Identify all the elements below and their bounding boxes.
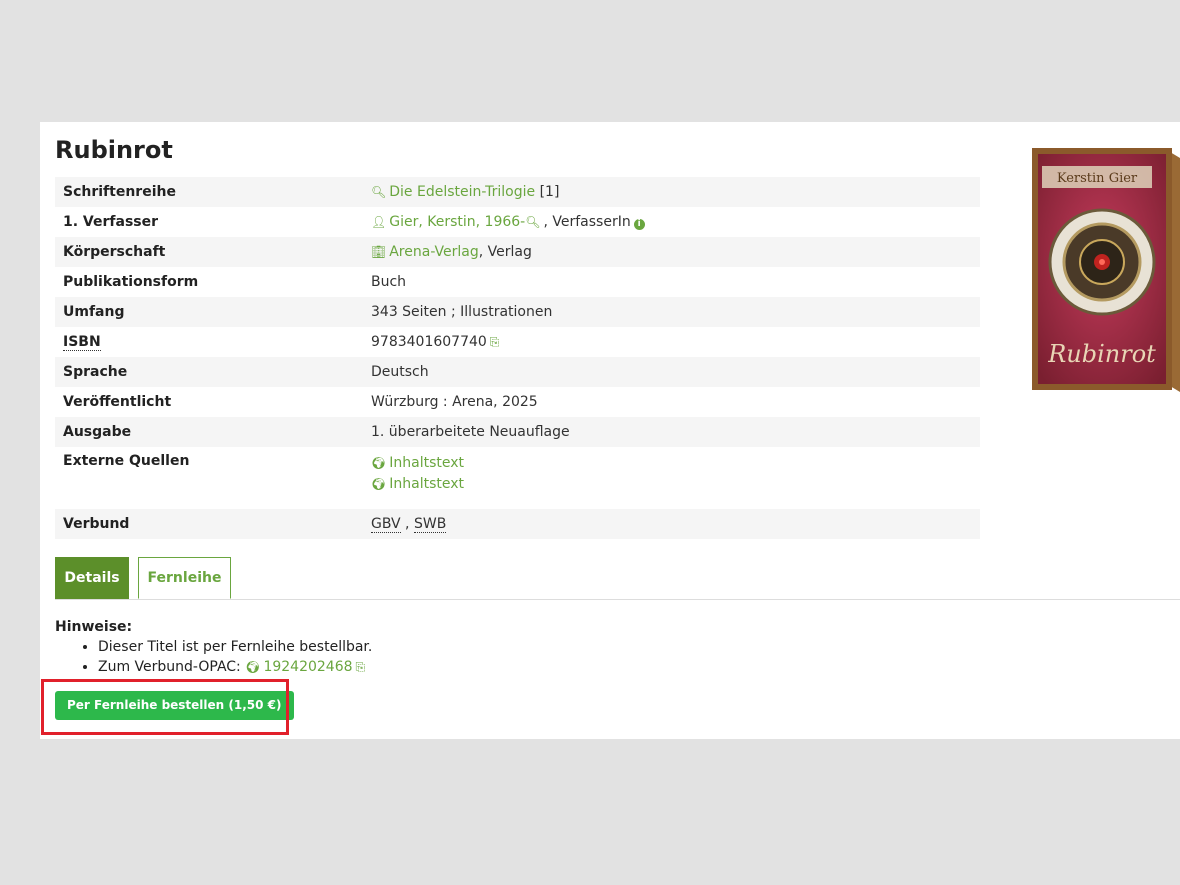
row-value: 🏢︎ Arena-Verlag, Verlag — [363, 237, 980, 267]
row-value: 🌍︎ Inhaltstext 🌍︎ Inhaltstext — [363, 447, 980, 509]
external-source-link[interactable]: 🌍︎ Inhaltstext — [371, 476, 464, 492]
page-title: Rubinrot — [55, 136, 173, 164]
notes-heading: Hinweise: — [55, 619, 133, 635]
record-card: Rubinrot Schriftenreihe 🔍︎ Die Edelstein-… — [40, 122, 1180, 739]
table-row: Publikationsform Buch — [55, 267, 980, 297]
row-value: Würzburg : Arena, 2025 — [371, 394, 538, 410]
table-row: Ausgabe 1. überarbeitete Neuauflage — [55, 417, 980, 447]
table-row: Verbund GBV , SWB — [55, 509, 980, 539]
user-icon: 👤︎ — [371, 215, 387, 229]
row-label: Verbund — [55, 509, 363, 539]
row-label: Veröffentlicht — [63, 394, 172, 410]
row-label: Schriftenreihe — [55, 177, 363, 207]
globe-icon: 🌍︎ — [245, 660, 261, 674]
author-link-text: Gier, Kerstin, 1966- — [389, 214, 526, 230]
info-icon[interactable]: i — [633, 219, 645, 230]
row-value: GBV , SWB — [363, 509, 980, 539]
author-link[interactable]: 👤︎ Gier, Kerstin, 1966- — [371, 214, 525, 230]
table-row: Umfang 343 Seiten ; Illustrationen — [55, 297, 980, 327]
series-number: [1] — [539, 184, 560, 200]
corporate-role: , Verlag — [478, 244, 532, 260]
row-value: 🔍︎ Die Edelstein-Trilogie [1] — [363, 177, 980, 207]
order-interlibrary-loan-button[interactable]: Per Fernleihe bestellen (1,50 €) — [55, 691, 294, 720]
row-value: Deutsch — [363, 357, 980, 387]
corporate-link[interactable]: 🏢︎ Arena-Verlag — [371, 244, 479, 260]
external-source-link[interactable]: 🌍︎ Inhaltstext — [371, 455, 464, 471]
table-row: ISBN 9783401607740 ⎘ — [55, 327, 980, 357]
row-label: Umfang — [55, 297, 363, 327]
search-icon: 🔍︎ — [371, 185, 387, 199]
tab-details[interactable]: Details — [55, 557, 129, 599]
network-gbv: GBV — [371, 516, 401, 533]
tab-fernleihe[interactable]: Fernleihe — [138, 557, 231, 599]
isbn-value: 9783401607740 — [371, 334, 487, 350]
opac-link[interactable]: 🌍︎ 1924202468 — [245, 659, 352, 675]
table-row: Schriftenreihe 🔍︎ Die Edelstein-Trilogie … — [55, 177, 980, 207]
copy-icon[interactable]: ⎘ — [490, 335, 500, 349]
notes-section: Hinweise: Dieser Titel ist per Fernleihe… — [55, 619, 372, 677]
notes-list: Dieser Titel ist per Fernleihe bestellba… — [55, 637, 372, 677]
row-value: Buch — [371, 274, 407, 290]
external-link-text: Inhaltstext — [389, 476, 464, 492]
network-swb: SWB — [413, 516, 447, 533]
series-link-text: Die Edelstein-Trilogie — [389, 184, 536, 200]
series-link[interactable]: 🔍︎ Die Edelstein-Trilogie — [371, 184, 535, 200]
record-details-table: Schriftenreihe 🔍︎ Die Edelstein-Trilogie … — [55, 177, 980, 539]
row-value: 9783401607740 ⎘ — [363, 327, 980, 357]
opac-label: Zum Verbund-OPAC: — [98, 659, 246, 675]
corporate-link-text: Arena-Verlag — [389, 244, 479, 260]
row-label: Publikationsform — [63, 274, 199, 290]
globe-icon: 🌍︎ — [371, 456, 387, 470]
table-row: Körperschaft 🏢︎ Arena-Verlag, Verlag — [55, 237, 980, 267]
book-cover-image[interactable]: Kerstin Gier Rubinrot — [1022, 144, 1180, 394]
table-row: Sprache Deutsch — [55, 357, 980, 387]
building-icon: 🏢︎ — [371, 245, 387, 259]
cover-title-text: Rubinrot — [1047, 340, 1156, 368]
list-item: Zum Verbund-OPAC: 🌍︎1924202468⎘ — [98, 657, 372, 677]
row-label: Externe Quellen — [63, 453, 190, 469]
cover-author-text: Kerstin Gier — [1057, 171, 1138, 186]
row-label: Körperschaft — [55, 237, 363, 267]
table-row: Veröffentlicht Würzburg : Arena, 2025 — [55, 387, 980, 417]
row-value: 👤︎ Gier, Kerstin, 1966-🔍︎, VerfasserIn i — [363, 207, 980, 237]
search-icon[interactable]: 🔍︎ — [525, 215, 540, 229]
list-item: Dieser Titel ist per Fernleihe bestellba… — [98, 637, 372, 657]
row-value: 343 Seiten ; Illustrationen — [363, 297, 980, 327]
external-link-text: Inhaltstext — [389, 455, 464, 471]
tab-bar: Details Fernleihe — [55, 557, 1180, 600]
row-label: ISBN — [55, 327, 363, 357]
network-separator: , — [400, 516, 414, 532]
row-label: 1. Verfasser — [63, 214, 159, 230]
copy-icon[interactable]: ⎘ — [356, 660, 366, 674]
opac-link-text: 1924202468 — [263, 659, 353, 675]
row-label: Sprache — [55, 357, 363, 387]
table-row: 1. Verfasser 👤︎ Gier, Kerstin, 1966-🔍︎, V… — [55, 207, 980, 237]
author-role: , VerfasserIn — [543, 214, 631, 230]
table-row: Externe Quellen 🌍︎ Inhaltstext 🌍︎ Inhaltst… — [55, 447, 980, 509]
row-value: 1. überarbeitete Neuauflage — [363, 417, 980, 447]
row-label: Ausgabe — [55, 417, 363, 447]
globe-icon: 🌍︎ — [371, 477, 387, 491]
isbn-abbr: ISBN — [63, 334, 101, 351]
